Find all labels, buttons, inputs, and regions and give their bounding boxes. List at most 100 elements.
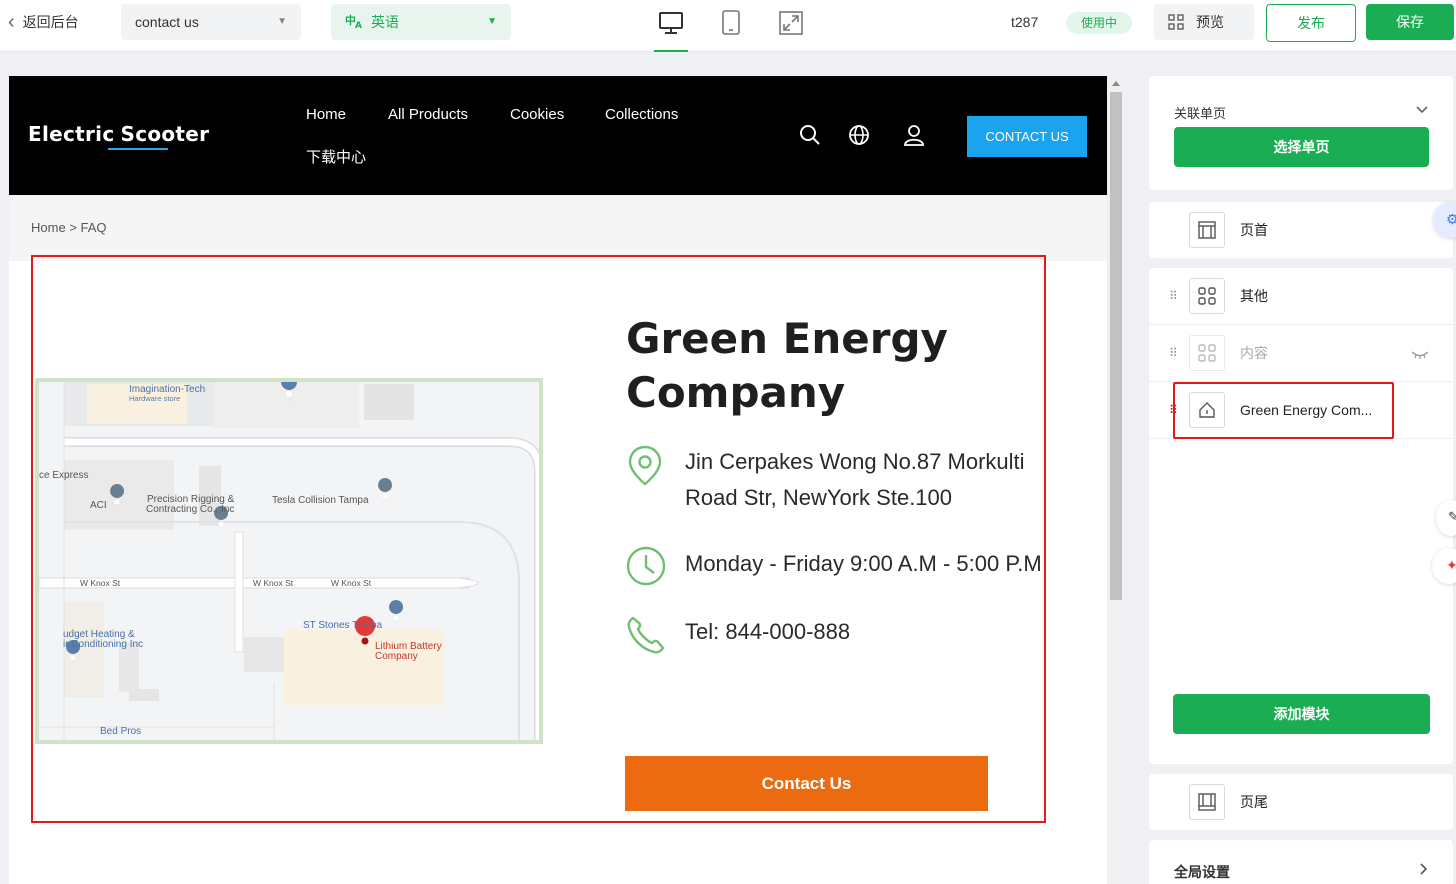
chevron-left-icon: ‹ <box>8 11 15 33</box>
map-label: ACI <box>90 500 107 511</box>
contact-us-button[interactable]: Contact Us <box>625 756 988 811</box>
desktop-icon <box>659 12 683 34</box>
page-select-value: contact us <box>135 14 199 30</box>
theme-id: t287 <box>1011 14 1039 30</box>
publish-button[interactable]: 发布 <box>1266 4 1356 42</box>
add-module-button[interactable]: 添加模块 <box>1173 694 1430 734</box>
nav-collections[interactable]: Collections <box>605 106 678 123</box>
search-icon[interactable] <box>799 124 821 151</box>
layout-icon <box>1189 212 1225 248</box>
eye-hidden-icon[interactable] <box>1411 347 1429 365</box>
map-label: Hardware store <box>129 394 180 403</box>
module-row-footer[interactable]: 页尾 <box>1149 774 1453 830</box>
module-name: 内容 <box>1240 345 1268 361</box>
header-module-panel: 页首 <box>1149 202 1453 258</box>
module-row-header[interactable]: 页首 <box>1149 202 1453 258</box>
global-settings-label: 全局设置 <box>1174 864 1230 880</box>
language-select[interactable]: 中A 英语 ▼ <box>331 4 511 40</box>
phone-icon <box>625 614 685 661</box>
scroll-up-arrow[interactable] <box>1112 81 1120 86</box>
module-name: 其他 <box>1240 288 1268 304</box>
user-icon[interactable] <box>903 124 925 151</box>
canvas-scrollbar[interactable] <box>1108 76 1124 884</box>
svg-text:A: A <box>355 21 362 29</box>
chevron-down-icon: ▼ <box>487 16 497 27</box>
business-hours: Monday - Friday 9:00 A.M - 5:00 P.M <box>685 551 1042 576</box>
phone-row: Tel: 844-000-888 <box>625 614 850 661</box>
tablet-icon <box>722 10 740 35</box>
breadcrumb-current: FAQ <box>80 220 107 235</box>
top-toolbar: ‹ 返回后台 contact us ▼ 中A 英语 ▼ t287 使用中 预览 … <box>0 0 1456 52</box>
save-button[interactable]: 保存 <box>1366 4 1454 40</box>
chevron-right-icon <box>1419 862 1428 880</box>
scroll-thumb[interactable] <box>1110 92 1122 600</box>
modules-panel: ⠿ 其他 ⠿ 内容 ⠿ Green Energy Com... 添加模块 <box>1149 268 1453 764</box>
address-row: Jin Cerpakes Wong No.87 Morkulti Road St… <box>625 444 1025 516</box>
module-row-content[interactable]: ⠿ 内容 <box>1149 325 1453 381</box>
map-label: W Knox St <box>80 578 121 588</box>
nav-home[interactable]: Home <box>306 106 346 123</box>
map-label: Company <box>375 651 418 662</box>
preview-label: 预览 <box>1196 14 1224 30</box>
divider <box>1149 438 1453 439</box>
map-label: W Knox St <box>253 578 294 588</box>
module-name: 页首 <box>1240 222 1268 238</box>
site-header[interactable]: Electric Scooter Home All Products Cookie… <box>9 76 1107 195</box>
site-logo[interactable]: Electric Scooter <box>28 122 209 150</box>
preview-button[interactable]: 预览 <box>1154 4 1254 40</box>
chevron-down-icon[interactable] <box>1415 102 1429 120</box>
phone-number: Tel: 844-000-888 <box>685 619 851 644</box>
map-graphic: Imagination-Tech Hardware store ce Expre… <box>39 382 539 740</box>
breadcrumb-home-link[interactable]: Home <box>31 220 66 235</box>
location-map[interactable]: Imagination-Tech Hardware store ce Expre… <box>35 378 543 744</box>
layout-icon <box>1189 784 1225 820</box>
apps-grid-icon <box>1189 335 1225 371</box>
map-label: Tesla Collision Tampa <box>272 495 369 506</box>
editor-canvas: Electric Scooter Home All Products Cookie… <box>9 76 1107 884</box>
module-name: 页尾 <box>1240 794 1268 810</box>
module-name: Green Energy Com... <box>1240 402 1373 418</box>
clock-icon <box>625 545 685 592</box>
logo-scooter-mark <box>108 148 168 150</box>
drag-handle-icon[interactable]: ⠿ <box>1169 403 1178 417</box>
nav-cookies[interactable]: Cookies <box>510 106 564 123</box>
language-select-value: 英语 <box>371 14 399 30</box>
map-label: ST Stones Tampa <box>303 620 383 631</box>
desktop-view-button[interactable] <box>654 8 688 52</box>
back-to-admin-button[interactable]: ‹ 返回后台 <box>8 12 79 32</box>
chat-icon: ✎ <box>1448 509 1456 524</box>
chevron-down-icon: ▼ <box>277 16 287 27</box>
module-row-other[interactable]: ⠿ 其他 <box>1149 268 1453 324</box>
expand-icon <box>779 11 803 35</box>
tablet-view-button[interactable] <box>715 8 747 38</box>
map-label: ir Conditioning Inc <box>63 639 143 650</box>
settings-icon: ⚙ <box>1446 211 1456 227</box>
home-icon <box>1189 392 1225 428</box>
select-page-button[interactable]: 选择单页 <box>1174 127 1429 167</box>
footer-module-panel: 页尾 <box>1149 774 1453 830</box>
globe-icon[interactable] <box>848 124 870 151</box>
status-badge: 使用中 <box>1066 12 1133 34</box>
global-settings-row[interactable]: 全局设置 <box>1149 840 1453 884</box>
translate-icon: 中A <box>345 13 363 32</box>
header-contact-button[interactable]: CONTACT US <box>967 116 1087 157</box>
nav-download-center[interactable]: 下载中心 <box>306 146 366 167</box>
fullscreen-view-button[interactable] <box>775 8 807 38</box>
back-label: 返回后台 <box>22 14 79 30</box>
module-row-green-energy[interactable]: ⠿ Green Energy Com... <box>1149 382 1453 438</box>
map-label: Bed Pros <box>100 726 141 737</box>
address-line-2: Road Str, NewYork Ste.100 <box>685 485 953 510</box>
grid-icon <box>1168 14 1184 30</box>
logo-part1: Electric <box>28 122 115 146</box>
breadcrumb: Home > FAQ <box>9 195 1107 261</box>
share-icon: ✦ <box>1446 557 1456 573</box>
breadcrumb-separator: > <box>69 220 77 235</box>
hours-row: Monday - Friday 9:00 A.M - 5:00 P.M <box>625 545 1042 592</box>
drag-handle-icon[interactable]: ⠿ <box>1169 346 1178 360</box>
related-page-panel: 关联单页 选择单页 <box>1149 76 1453 190</box>
page-select[interactable]: contact us ▼ <box>121 4 301 40</box>
address-line-1: Jin Cerpakes Wong No.87 Morkulti <box>685 449 1025 474</box>
drag-handle-icon[interactable]: ⠿ <box>1169 289 1178 303</box>
map-label: Contracting Co., Inc <box>146 504 234 515</box>
nav-all-products[interactable]: All Products <box>388 106 468 123</box>
